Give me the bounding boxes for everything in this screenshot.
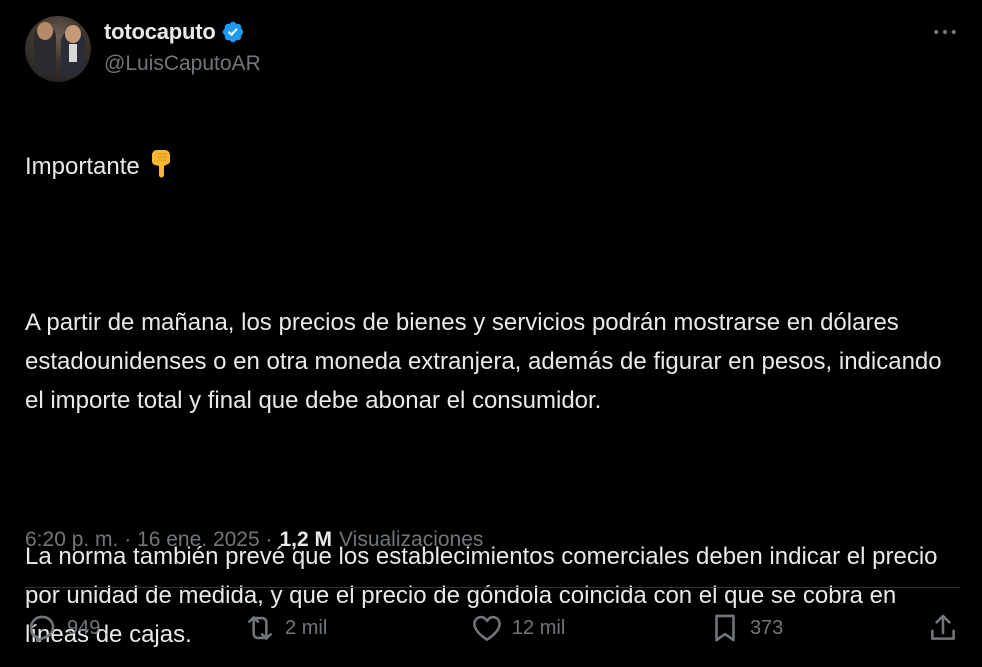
share-icon [931,614,955,640]
share-button[interactable] [926,611,960,645]
pointing-down-emoji-icon [146,148,176,178]
more-options-icon[interactable] [930,20,960,44]
verified-badge-icon[interactable] [221,20,245,44]
display-name[interactable]: totocaputo [104,19,216,45]
views-count: 1,2 M [279,528,333,551]
repost-icon [248,616,272,640]
reply-button[interactable]: 949 [25,611,100,645]
bookmark-count: 373 [749,616,784,639]
bookmark-button[interactable]: 373 [708,611,783,645]
tweet-paragraph: A partir de mañana, los precios de biene… [25,309,942,414]
divider [25,587,960,588]
author-handle[interactable]: @LuisCaputoAR [104,52,261,76]
like-button[interactable]: 12 mil [470,611,565,645]
reply-icon [30,615,55,643]
timestamp[interactable]: 6:20 p. m. · 16 ene. 2025 · [25,528,273,552]
tweet-text: Importante A partir de mañana, los preci… [25,108,945,667]
bookmark-icon [715,614,735,642]
reply-count: 949 [67,616,101,639]
repost-button[interactable]: 2 mil [243,611,327,645]
action-bar: 949 2 mil 12 mil 373 [25,606,960,650]
tweet-paragraph: Importante [25,147,945,186]
author-name-row: totocaputo [104,18,245,46]
like-count: 12 mil [511,616,566,639]
heart-icon [473,615,501,641]
avatar[interactable] [25,16,91,82]
views-label: Visualizaciones [339,528,484,551]
tweet-meta: 6:20 p. m. · 16 ene. 2025 · 1,2 M Visual… [25,528,483,552]
repost-count: 2 mil [285,616,328,639]
tweet-card: totocaputo @LuisCaputoAR Importante A pa… [0,0,982,667]
